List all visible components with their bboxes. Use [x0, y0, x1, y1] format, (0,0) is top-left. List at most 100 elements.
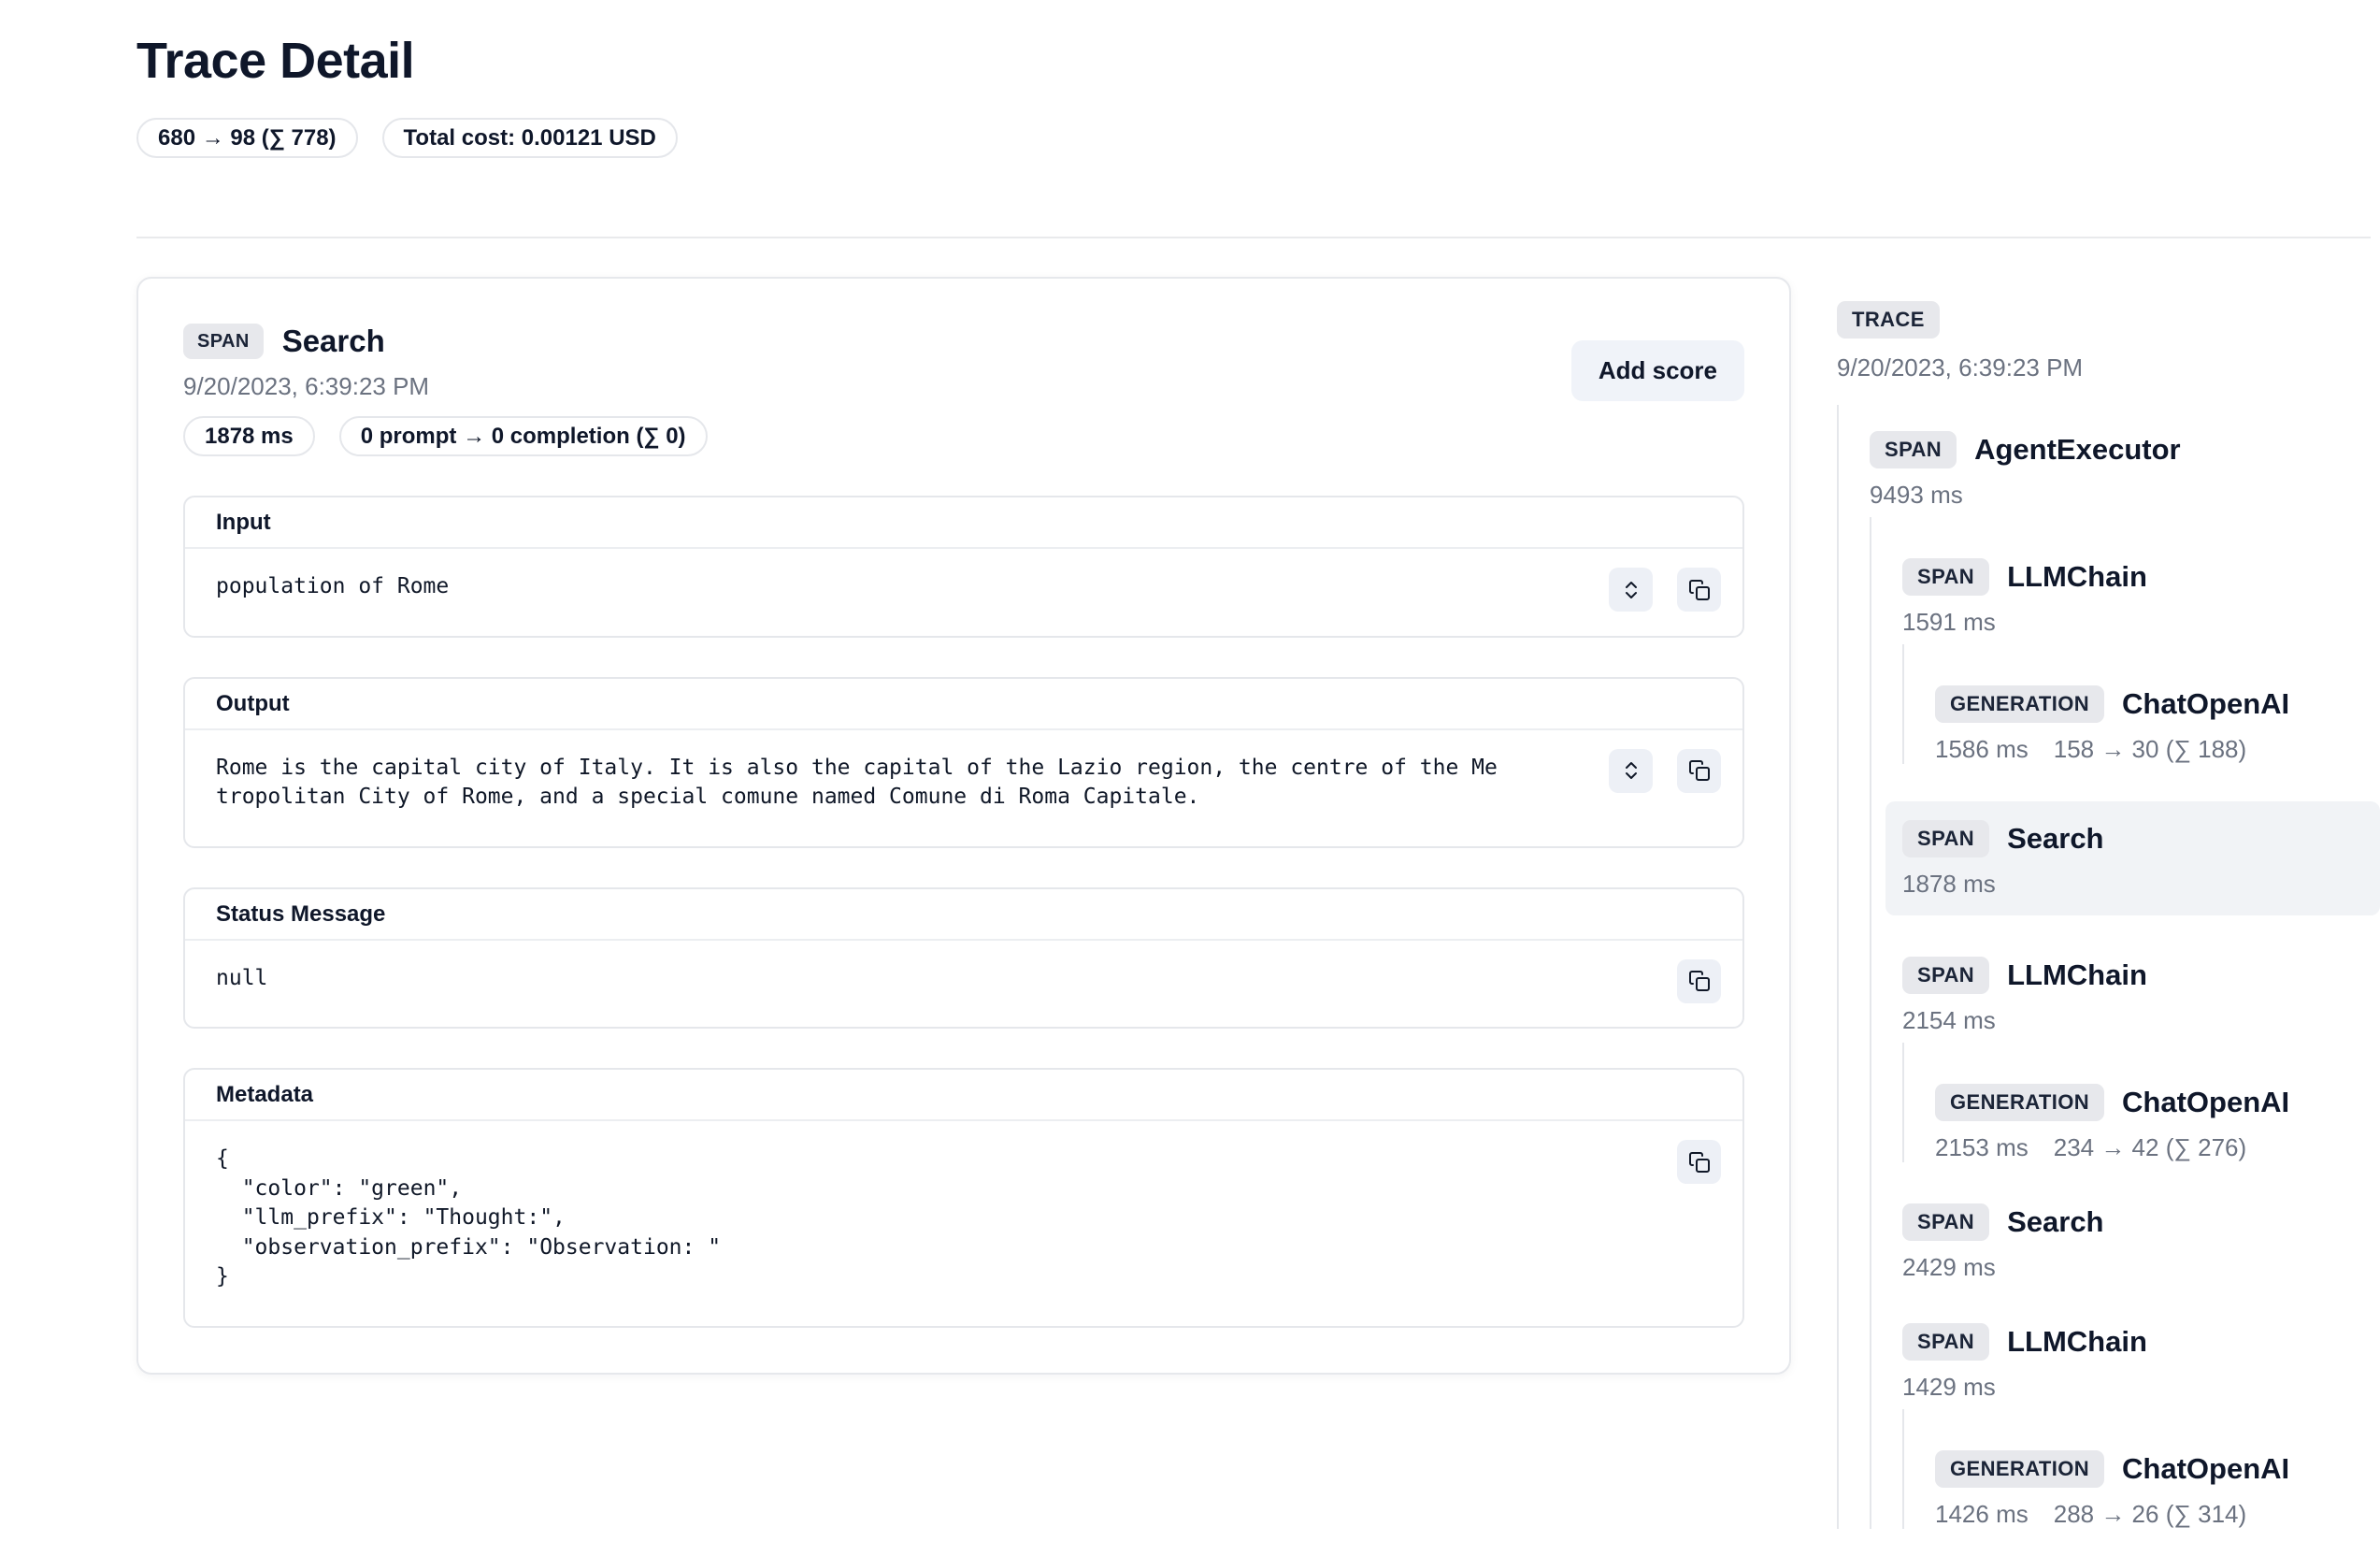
tree-node: GENERATION ChatOpenAI 1586 ms 158 → 30 (∑ 1…: [1935, 682, 2380, 764]
node-type-badge: SPAN: [1902, 820, 1989, 857]
page-header: Trace Detail 680 → 98 (∑ 778) Total cost…: [136, 0, 1791, 158]
node-duration: 1426 ms: [1935, 1499, 2029, 1529]
node-metrics: 1429 ms: [1902, 1372, 2380, 1402]
chevrons-up-down-icon: [1620, 579, 1642, 601]
trace-tree-panel: TRACE 9/20/2023, 6:39:23 PM SPANAgentExe…: [1837, 301, 2380, 1556]
observation-header-left: SPAN Search 9/20/2023, 6:39:23 PM 1878 m…: [183, 324, 708, 456]
node-name: LLMChain: [2007, 560, 2147, 594]
node-duration: 9493 ms: [1870, 480, 1963, 510]
copy-icon: [1688, 579, 1711, 601]
node-metrics: 2429 ms: [1902, 1252, 2380, 1282]
output-section: Output Rome is the capital city of Italy…: [183, 677, 1744, 848]
tree-node-chatopenai[interactable]: GENERATION ChatOpenAI 1586 ms 158 → 30 (∑ 1…: [1935, 682, 2380, 764]
copy-icon: [1688, 759, 1711, 782]
tree-group: SPANAgentExecutor9493 msSPANLLMChain1591…: [1837, 405, 2380, 1529]
tree-node: SPAN LLMChain 1429 ms GENERATION ChatOpenAI 1…: [1902, 1319, 2380, 1529]
metadata-copy-button[interactable]: [1677, 1140, 1721, 1184]
latency-badge: 1878 ms: [183, 416, 315, 456]
trace-summary-badges: 680 → 98 (∑ 778) Total cost: 0.00121 USD: [136, 118, 1791, 158]
status-message-title: Status Message: [185, 889, 1742, 941]
input-content: population of Rome: [216, 572, 1504, 602]
node-duration: 1586 ms: [1935, 734, 2029, 764]
trace-type-badge: TRACE: [1837, 301, 1940, 339]
node-metrics: 1586 ms 158 → 30 (∑ 188): [1935, 734, 2380, 764]
node-name: LLMChain: [2007, 958, 2147, 992]
node-metrics: 1591 ms: [1902, 607, 2380, 637]
observation-header: SPAN Search 9/20/2023, 6:39:23 PM 1878 m…: [183, 324, 1744, 456]
node-type-badge: SPAN: [1902, 957, 1989, 994]
node-type-badge: GENERATION: [1935, 1084, 2104, 1121]
tree-node-llmchain[interactable]: SPAN LLMChain 1429 ms: [1902, 1319, 2380, 1402]
metadata-content: { "color": "green", "llm_prefix": "Thoug…: [216, 1145, 1504, 1292]
node-token-usage: 234 → 42 (∑ 276): [2054, 1132, 2246, 1162]
node-metrics: 9493 ms: [1870, 480, 2380, 510]
observation-title: Search: [282, 324, 385, 359]
input-section-title: Input: [185, 497, 1742, 549]
input-copy-button[interactable]: [1677, 568, 1721, 612]
input-section: Input population of Rome: [183, 496, 1744, 638]
node-metrics: 2154 ms: [1902, 1005, 2380, 1035]
output-section-title: Output: [185, 679, 1742, 730]
output-content: Rome is the capital city of Italy. It is…: [216, 754, 1504, 813]
node-duration: 2154 ms: [1902, 1005, 1996, 1035]
tree-node-llmchain[interactable]: SPAN LLMChain 1591 ms: [1902, 555, 2380, 637]
node-type-badge: SPAN: [1902, 1323, 1989, 1361]
status-copy-button[interactable]: [1677, 959, 1721, 1003]
chevrons-up-down-icon: [1620, 759, 1642, 782]
node-token-usage: 288 → 26 (∑ 314): [2054, 1499, 2246, 1529]
node-type-badge: SPAN: [1902, 558, 1989, 596]
status-message-section: Status Message null: [183, 887, 1744, 1030]
observation-token-usage-badge: 0 prompt → 0 completion (∑ 0): [339, 416, 708, 456]
add-score-button[interactable]: Add score: [1571, 340, 1744, 401]
observation-detail-card: SPAN Search 9/20/2023, 6:39:23 PM 1878 m…: [136, 277, 1791, 1375]
tree-group: GENERATION ChatOpenAI 1426 ms 288 → 26 (∑ 3…: [1902, 1409, 2380, 1529]
header-divider: [136, 237, 2371, 238]
trace-total-cost-badge: Total cost: 0.00121 USD: [382, 118, 678, 158]
output-copy-button[interactable]: [1677, 749, 1721, 793]
node-token-usage: 158 → 30 (∑ 188): [2054, 734, 2246, 764]
tree-node-llmchain[interactable]: SPAN LLMChain 2154 ms: [1902, 953, 2380, 1035]
input-expand-button[interactable]: [1609, 568, 1653, 612]
tree-group: GENERATION ChatOpenAI 1586 ms 158 → 30 (∑ 1…: [1902, 644, 2380, 764]
status-message-content: null: [216, 964, 1504, 994]
tree-node: SPANAgentExecutor9493 msSPANLLMChain1591…: [1870, 427, 2380, 1529]
node-duration: 1429 ms: [1902, 1372, 1996, 1402]
node-duration: 2429 ms: [1902, 1252, 1996, 1282]
node-name: Search: [2007, 822, 2103, 856]
node-duration: 1878 ms: [1902, 869, 1996, 899]
node-metrics: 1878 ms: [1902, 869, 2380, 899]
tree-node: GENERATION ChatOpenAI 2153 ms 234 → 42 (∑ 2…: [1935, 1080, 2380, 1162]
observation-badges: 1878 ms 0 prompt → 0 completion (∑ 0): [183, 416, 708, 456]
node-name: Search: [2007, 1205, 2103, 1239]
tree-node: SPANSearch2429 ms: [1902, 1200, 2380, 1282]
tree-node: SPAN LLMChain 2154 ms GENERATION ChatOpenAI 2…: [1902, 953, 2380, 1162]
tree-node: GENERATION ChatOpenAI 1426 ms 288 → 26 (∑ 3…: [1935, 1447, 2380, 1529]
tree-node-chatopenai[interactable]: GENERATION ChatOpenAI 2153 ms 234 → 42 (∑ 2…: [1935, 1080, 2380, 1162]
node-type-badge: GENERATION: [1935, 685, 2104, 723]
tree-node: SPAN Search 1878 ms: [1902, 801, 2380, 915]
copy-icon: [1688, 1151, 1711, 1174]
page-title: Trace Detail: [136, 32, 1791, 90]
output-expand-button[interactable]: [1609, 749, 1653, 793]
node-metrics: 1426 ms 288 → 26 (∑ 314): [1935, 1499, 2380, 1529]
trace-token-usage-badge: 680 → 98 (∑ 778): [136, 118, 358, 158]
node-name: LLMChain: [2007, 1325, 2147, 1359]
metadata-title: Metadata: [185, 1070, 1742, 1121]
trace-timestamp: 9/20/2023, 6:39:23 PM: [1837, 353, 2380, 382]
trace-tree: SPANAgentExecutor9493 msSPANLLMChain1591…: [1837, 405, 2380, 1529]
observation-type-badge: SPAN: [183, 324, 264, 359]
node-metrics: 2153 ms 234 → 42 (∑ 276): [1935, 1132, 2380, 1162]
tree-node-agentexecutor[interactable]: SPANAgentExecutor9493 ms: [1870, 427, 2380, 510]
node-type-badge: SPAN: [1870, 431, 1957, 468]
tree-node: SPAN LLMChain 1591 ms GENERATION ChatOpenAI 1…: [1902, 555, 2380, 764]
node-type-badge: GENERATION: [1935, 1450, 2104, 1488]
node-duration: 2153 ms: [1935, 1132, 2029, 1162]
tree-node-search[interactable]: SPANSearch2429 ms: [1902, 1200, 2380, 1282]
node-name: ChatOpenAI: [2122, 1452, 2289, 1486]
node-name: ChatOpenAI: [2122, 1086, 2289, 1119]
tree-node-chatopenai[interactable]: GENERATION ChatOpenAI 1426 ms 288 → 26 (∑ 3…: [1935, 1447, 2380, 1529]
metadata-section: Metadata { "color": "green", "llm_prefix…: [183, 1068, 1744, 1328]
tree-node-search[interactable]: SPAN Search 1878 ms: [1885, 801, 2380, 915]
copy-icon: [1688, 970, 1711, 992]
node-name: ChatOpenAI: [2122, 687, 2289, 721]
